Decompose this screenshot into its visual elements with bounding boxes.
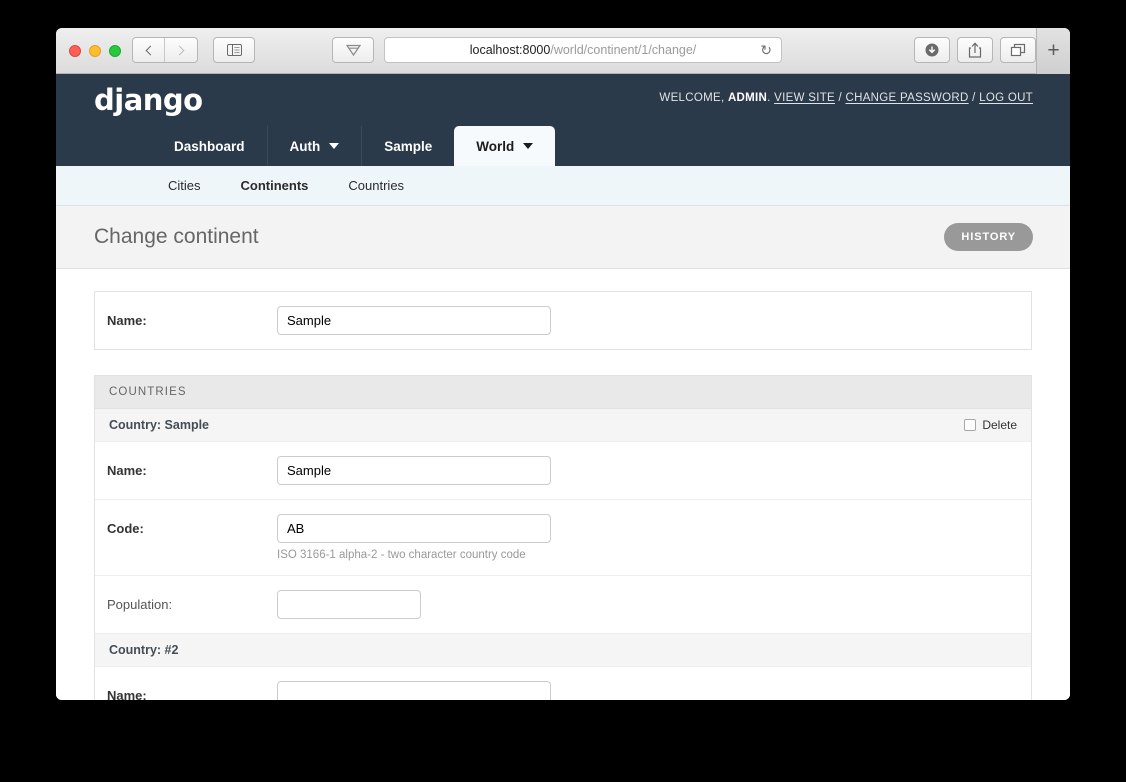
django-admin-page: django WELCOME, ADMIN. VIEW SITE / CHANG… (56, 74, 1070, 700)
navigation-buttons (132, 37, 198, 63)
tabs-icon (1010, 43, 1026, 57)
sub-navigation: Cities Continents Countries (56, 166, 1070, 206)
minimize-window-button[interactable] (89, 45, 101, 57)
reader-icon (345, 44, 361, 56)
url-input[interactable]: localhost:8000/world/continent/1/change/… (384, 37, 782, 63)
welcome-text: WELCOME, (659, 92, 728, 104)
country-1-population-row: Population: (95, 576, 1031, 634)
window-controls (69, 45, 121, 57)
country-1-name-input[interactable]: Sample (277, 456, 551, 485)
history-button[interactable]: HISTORY (944, 223, 1033, 251)
show-sidebar-button[interactable] (213, 37, 255, 63)
tab-overview-button[interactable] (1000, 37, 1036, 63)
countries-inline-module: COUNTRIES Country: Sample Delete Name: S… (94, 375, 1032, 700)
country-2-name-label: Name: (107, 688, 147, 700)
continent-name-input[interactable]: Sample (277, 306, 551, 335)
site-header: django WELCOME, ADMIN. VIEW SITE / CHANG… (56, 74, 1070, 126)
delete-label-1: Delete (982, 418, 1017, 432)
back-button[interactable] (133, 38, 166, 62)
close-window-button[interactable] (69, 45, 81, 57)
form-content: Name: Sample COUNTRIES Country: Sample D… (56, 269, 1070, 700)
country-1-population-label: Population: (107, 597, 173, 612)
country-1-name-row: Name: Sample (95, 442, 1031, 500)
download-icon (925, 43, 939, 57)
main-nav-tabs: Dashboard Auth Sample World (56, 126, 1070, 166)
browser-window: localhost:8000/world/continent/1/change/… (56, 28, 1070, 700)
country-1-code-row: Code: AB ISO 3166-1 alpha-2 - two charac… (95, 500, 1031, 576)
chevron-right-icon (174, 45, 185, 55)
chevron-down-icon (329, 143, 340, 149)
url-host-text: localhost:8000 (469, 43, 551, 57)
separator-1: / (835, 92, 846, 104)
user-tools: WELCOME, ADMIN. VIEW SITE / CHANGE PASSW… (659, 92, 1033, 104)
country-1-name-label: Name: (107, 463, 147, 478)
inline-heading-text-2: Country: #2 (109, 643, 179, 657)
country-1-code-label: Code: (107, 521, 144, 536)
reload-icon[interactable]: ↻ (760, 42, 772, 59)
url-path-text: /world/continent/1/change/ (550, 43, 697, 57)
country-2-name-row: Name: (95, 667, 1031, 700)
log-out-link[interactable]: LOG OUT (979, 92, 1033, 104)
page-title: Change continent (94, 225, 259, 248)
share-icon (968, 42, 982, 58)
country-2-name-input[interactable] (277, 681, 551, 700)
continent-name-row: Name: Sample (95, 292, 1031, 349)
tab-sample[interactable]: Sample (361, 126, 454, 166)
toolbar-right-buttons (914, 37, 1036, 63)
tab-sample-label: Sample (384, 138, 433, 154)
new-tab-button[interactable]: + (1036, 28, 1070, 74)
sidebar-icon (226, 44, 242, 56)
downloads-button[interactable] (914, 37, 950, 63)
tab-auth[interactable]: Auth (266, 126, 362, 166)
reader-view-button[interactable] (332, 37, 374, 63)
inline-header-country-1: Country: Sample Delete (95, 409, 1031, 442)
address-bar-group: localhost:8000/world/continent/1/change/… (332, 37, 782, 63)
continent-form-module: Name: Sample (94, 291, 1032, 350)
chevron-left-icon (145, 45, 155, 55)
share-button[interactable] (957, 37, 993, 63)
tab-world-label: World (476, 138, 515, 154)
country-1-code-help-text: ISO 3166-1 alpha-2 - two character count… (277, 549, 526, 561)
forward-button[interactable] (165, 38, 197, 62)
tab-world[interactable]: World (454, 126, 556, 166)
separator-2: / (968, 92, 980, 104)
delete-checkbox-1[interactable] (964, 419, 977, 431)
django-logo[interactable]: django (94, 83, 203, 117)
view-site-link[interactable]: VIEW SITE (774, 92, 835, 104)
countries-module-title: COUNTRIES (95, 376, 1031, 409)
username-text: ADMIN (727, 92, 768, 104)
change-password-link[interactable]: CHANGE PASSWORD (846, 92, 969, 104)
chevron-down-icon (523, 143, 534, 149)
maximize-window-button[interactable] (109, 45, 121, 57)
tab-auth-label: Auth (289, 138, 321, 154)
browser-toolbar: localhost:8000/world/continent/1/change/… (56, 28, 1070, 74)
page-title-bar: Change continent HISTORY (56, 206, 1070, 269)
country-1-population-input[interactable] (277, 590, 421, 619)
subnav-item-cities[interactable]: Cities (168, 178, 201, 193)
subnav-item-continents[interactable]: Continents (241, 178, 309, 193)
subnav-item-countries[interactable]: Countries (348, 178, 404, 193)
tab-dashboard-label: Dashboard (174, 138, 245, 154)
continent-name-label: Name: (107, 313, 147, 328)
inline-heading-text-1: Country: Sample (109, 418, 210, 432)
tab-dashboard[interactable]: Dashboard (152, 126, 267, 166)
delete-checkbox-group-1[interactable]: Delete (964, 418, 1017, 432)
inline-header-country-2: Country: #2 (95, 634, 1031, 667)
country-1-code-input[interactable]: AB (277, 514, 551, 543)
